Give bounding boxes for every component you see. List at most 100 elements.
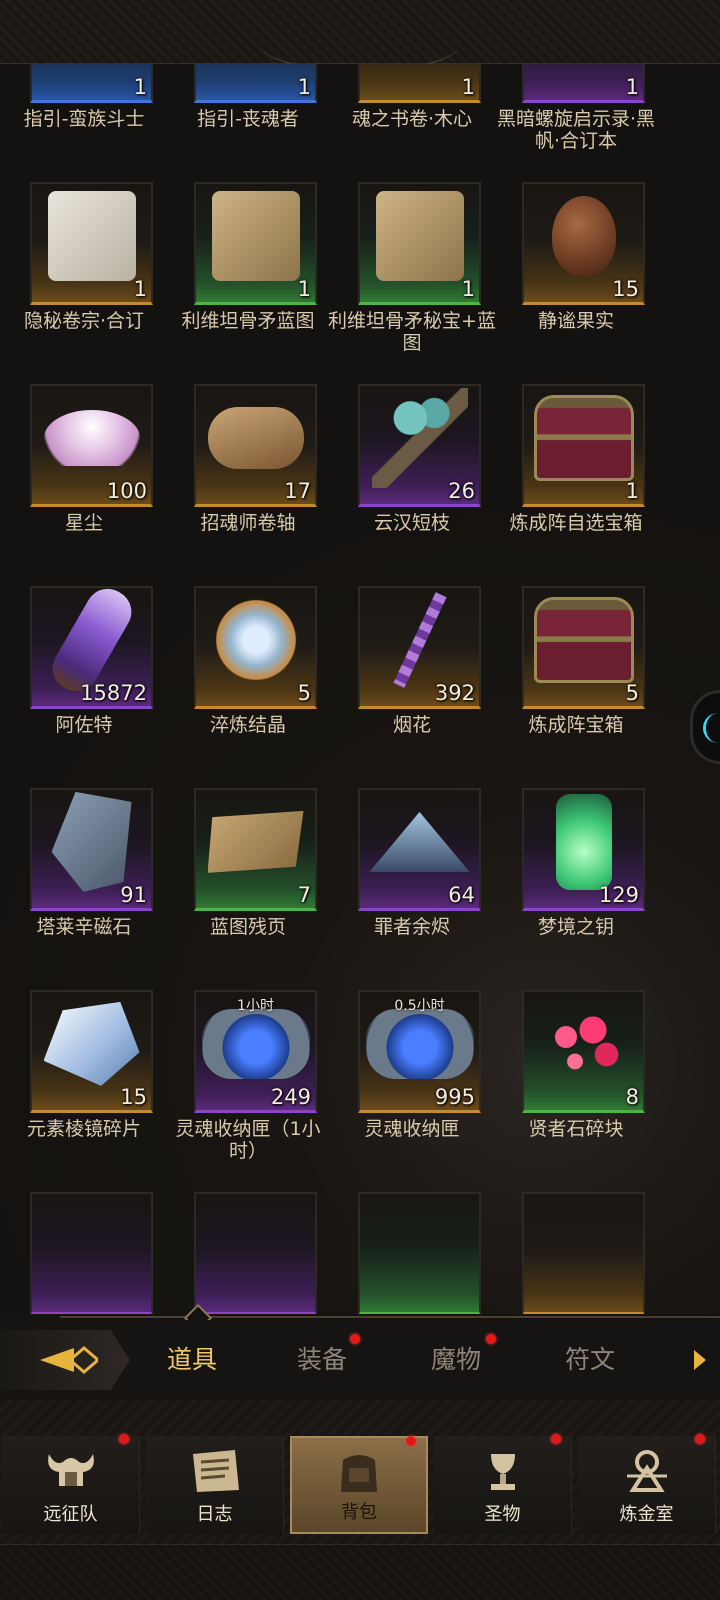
- stardust-icon: [43, 409, 140, 466]
- inventory-item[interactable]: 392 烟花: [328, 586, 496, 786]
- nav-journal[interactable]: 日志: [146, 1436, 284, 1534]
- inventory-item[interactable]: 1 魂之书卷·木心: [328, 64, 496, 180]
- inventory-grid[interactable]: 1 指引-蛮族斗士 1 指引-丧魂者 1 魂之书卷·木心 1 黑暗螺旋启示录·黑帆·合订本 1 隐…: [0, 64, 720, 1314]
- nav-alchemy[interactable]: 炼金室: [578, 1434, 716, 1534]
- inventory-item[interactable]: 5 淬炼结晶: [164, 586, 332, 786]
- item-name: 塔莱辛磁石: [36, 916, 132, 938]
- tab-items[interactable]: 道具: [132, 1340, 252, 1376]
- back-arrow-icon: [40, 1346, 98, 1374]
- inventory-item[interactable]: 1 炼成阵自选宝箱: [492, 384, 660, 584]
- item-slot[interactable]: 100: [30, 384, 153, 507]
- item-slot[interactable]: 392: [358, 586, 481, 709]
- inventory-item[interactable]: [492, 1192, 660, 1314]
- item-slot[interactable]: 15872: [30, 586, 153, 709]
- inventory-item[interactable]: 15872 阿佐特: [0, 586, 168, 786]
- item-count: 64: [448, 883, 475, 907]
- item-name: 指引-蛮族斗士: [23, 108, 145, 130]
- inventory-item[interactable]: [164, 1192, 332, 1314]
- item-slot[interactable]: [194, 1192, 317, 1314]
- item-slot[interactable]: 26: [358, 384, 481, 507]
- inventory-item[interactable]: 8 贤者石碎块: [492, 990, 660, 1190]
- item-slot[interactable]: 17: [194, 384, 317, 507]
- inventory-item[interactable]: 1小时 249 灵魂收纳匣（1小时）: [164, 990, 332, 1190]
- item-count: 26: [448, 479, 475, 503]
- item-slot[interactable]: [522, 1192, 645, 1314]
- item-slot[interactable]: 1: [30, 182, 153, 305]
- inventory-item[interactable]: 26 云汉短枝: [328, 384, 496, 584]
- item-name: 炼成阵宝箱: [528, 714, 624, 736]
- item-slot[interactable]: 15: [30, 990, 153, 1113]
- item-slot[interactable]: 64: [358, 788, 481, 911]
- item-count: 91: [120, 883, 147, 907]
- item-slot[interactable]: 1: [358, 182, 481, 305]
- nav-label: 背包: [341, 1502, 377, 1523]
- item-slot[interactable]: 0.5小时 995: [358, 990, 481, 1113]
- item-slot[interactable]: 1: [522, 64, 645, 103]
- inventory-item[interactable]: 1 指引-丧魂者: [164, 64, 332, 180]
- item-slot[interactable]: 129: [522, 788, 645, 911]
- inventory-item[interactable]: 15 静谧果实: [492, 182, 660, 382]
- item-slot[interactable]: 5: [522, 586, 645, 709]
- item-slot[interactable]: 8: [522, 990, 645, 1113]
- inventory-item[interactable]: 1 利维坦骨矛秘宝+蓝图: [328, 182, 496, 382]
- item-name: 淬炼结晶: [209, 714, 286, 736]
- inventory-item[interactable]: [0, 1192, 168, 1314]
- nav-relics[interactable]: 圣物: [434, 1434, 572, 1534]
- item-slot[interactable]: 1: [194, 64, 317, 103]
- inventory-item[interactable]: 129 梦境之钥: [492, 788, 660, 988]
- item-slot[interactable]: 15: [522, 182, 645, 305]
- inventory-item[interactable]: 1 隐秘卷宗·合订: [0, 182, 168, 382]
- lodestone-icon: [51, 791, 132, 892]
- item-count: 1: [461, 277, 475, 301]
- item-name: 黑暗螺旋启示录·黑帆·合订本: [496, 108, 656, 152]
- item-count: 15: [120, 1085, 147, 1109]
- item-slot[interactable]: 91: [30, 788, 153, 911]
- inventory-item[interactable]: 91 塔莱辛磁石: [0, 788, 168, 988]
- tab-equipment[interactable]: 装备: [262, 1340, 382, 1376]
- nav-badge: [551, 1434, 561, 1444]
- item-slot[interactable]: 5: [194, 586, 317, 709]
- treasure-chest-icon: [533, 596, 634, 683]
- ember-pile-icon: [369, 811, 470, 872]
- bottom-nav: 远征队 日志 背包 圣物 炼金室: [0, 1400, 720, 1600]
- inventory-item[interactable]: 0.5小时 995 灵魂收纳匣: [328, 990, 496, 1190]
- item-icon: [360, 1194, 479, 1305]
- tab-runes[interactable]: 符文: [530, 1340, 650, 1376]
- item-count: 1: [297, 75, 311, 99]
- inventory-item[interactable]: [328, 1192, 496, 1314]
- more-tabs-arrow-icon[interactable]: [694, 1350, 706, 1370]
- tab-divider: [60, 1316, 720, 1318]
- item-name: 云汉短枝: [373, 512, 450, 534]
- backpack-icon: [341, 1455, 377, 1492]
- item-name: 梦境之钥: [537, 916, 614, 938]
- item-slot[interactable]: 1: [30, 64, 153, 103]
- tab-monsters[interactable]: 魔物: [396, 1340, 516, 1376]
- item-slot[interactable]: 7: [194, 788, 317, 911]
- nav-backpack[interactable]: 背包: [290, 1436, 428, 1534]
- item-count: 129: [598, 883, 639, 907]
- inventory-item[interactable]: 17 招魂师卷轴: [164, 384, 332, 584]
- tab-label: 装备: [296, 1345, 347, 1374]
- tab-label: 道具: [166, 1345, 217, 1374]
- inventory-item[interactable]: 5 炼成阵宝箱: [492, 586, 660, 786]
- inventory-item[interactable]: 64 罪者余烬: [328, 788, 496, 988]
- inventory-item[interactable]: 15 元素棱镜碎片: [0, 990, 168, 1190]
- inventory-item[interactable]: 100 星尘: [0, 384, 168, 584]
- item-slot[interactable]: 1: [194, 182, 317, 305]
- item-name: 阿佐特: [55, 714, 113, 736]
- item-slot[interactable]: 1: [358, 64, 481, 103]
- item-slot[interactable]: [358, 1192, 481, 1314]
- inventory-item[interactable]: 1 利维坦骨矛蓝图: [164, 182, 332, 382]
- item-name: 烟花: [392, 714, 431, 736]
- item-count: 8: [625, 1085, 639, 1109]
- item-slot[interactable]: 1小时 249: [194, 990, 317, 1113]
- inventory-item[interactable]: 1 指引-蛮族斗士: [0, 64, 168, 180]
- inventory-item[interactable]: 7 蓝图残页: [164, 788, 332, 988]
- item-name: 利维坦骨矛蓝图: [181, 310, 315, 332]
- back-button[interactable]: [0, 1330, 130, 1390]
- tab-label: 魔物: [430, 1345, 481, 1374]
- inventory-item[interactable]: 1 黑暗螺旋启示录·黑帆·合订本: [492, 64, 660, 180]
- item-slot[interactable]: 1: [522, 384, 645, 507]
- item-slot[interactable]: [30, 1192, 153, 1314]
- nav-expedition[interactable]: 远征队: [2, 1434, 140, 1534]
